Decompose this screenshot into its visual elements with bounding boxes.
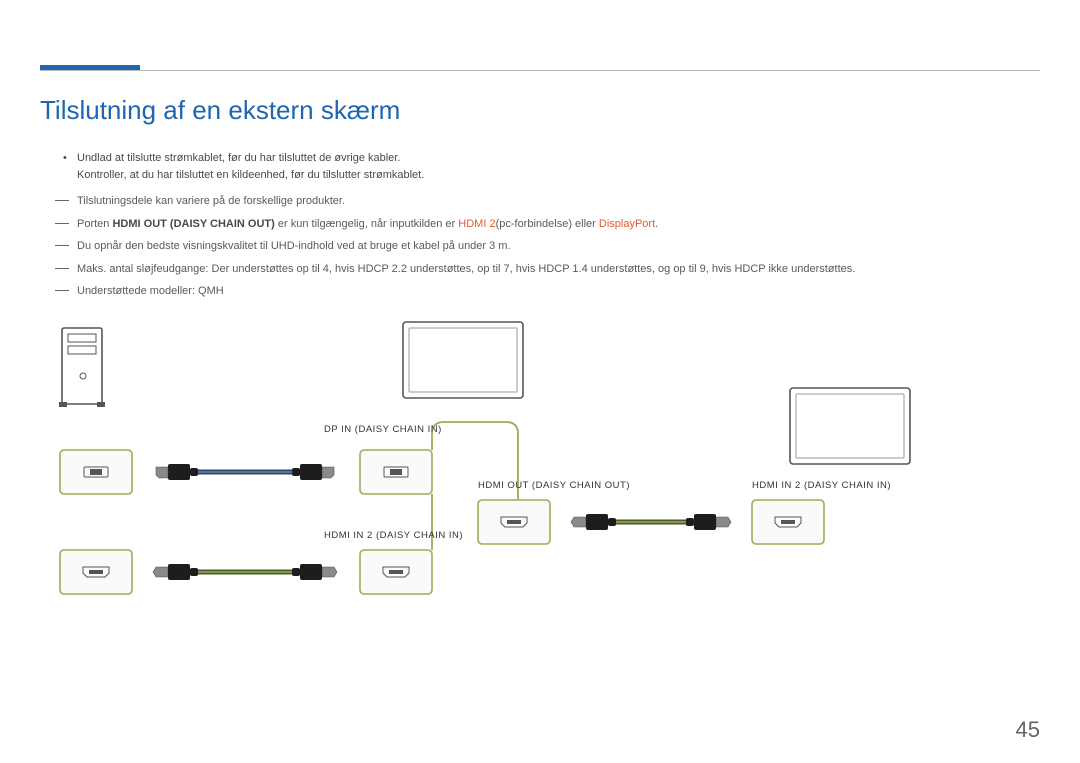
connection-diagram: DP IN (DAISY CHAIN IN) HDMI IN 2 (DAISY … [0, 310, 1080, 630]
monitor-icon [403, 322, 523, 398]
pc-tower-icon [59, 328, 105, 407]
dash-text: Understøttede modeller: QMH [77, 285, 224, 297]
label-dp-in: DP IN (DAISY CHAIN IN) [324, 424, 442, 435]
port-tile-m1-hdmi-out [478, 500, 550, 544]
dash-warn: DisplayPort [599, 218, 655, 230]
dash-text: Du opnår den bedste visningskvalitet til… [77, 240, 511, 252]
port-tile-m1-dp-in [360, 450, 432, 494]
body-text: Undlad at tilslutte strømkablet, før du … [55, 150, 1040, 306]
dash-warn: HDMI 2 [458, 218, 495, 230]
dash-item: Porten HDMI OUT (DAISY CHAIN OUT) er kun… [55, 216, 1040, 233]
page: Tilslutning af en ekstern skærm Undlad a… [0, 0, 1080, 763]
page-number: 45 [1016, 717, 1040, 743]
dash-text: Maks. antal sløjfeudgange: Der understøt… [77, 263, 855, 275]
cable-hdmi-left [153, 564, 337, 580]
cable-hdmi-right [571, 514, 731, 530]
label-hdmi-in2-left: HDMI IN 2 (DAISY CHAIN IN) [324, 530, 463, 541]
bullet-item: Undlad at tilslutte strømkablet, før du … [55, 150, 1040, 183]
dash-text: . [655, 218, 658, 230]
dash-text: (pc-forbindelse) eller [496, 218, 599, 230]
dash-text: Porten [77, 218, 112, 230]
dash-item: Tilslutningsdele kan variere på de forsk… [55, 193, 1040, 210]
monitor-icon [790, 388, 910, 464]
dash-item: Maks. antal sløjfeudgange: Der understøt… [55, 261, 1040, 278]
port-tile-m2-hdmi-in [752, 500, 824, 544]
bullet-list: Undlad at tilslutte strømkablet, før du … [55, 150, 1040, 183]
port-tile-m1-hdmi-in [360, 550, 432, 594]
port-tile-pc-hdmi [60, 550, 132, 594]
bullet-text: Undlad at tilslutte strømkablet, før du … [77, 152, 400, 164]
header-rule [40, 70, 1040, 71]
header-rule-accent [40, 65, 140, 70]
label-hdmi-out: HDMI OUT (DAISY CHAIN OUT) [478, 480, 630, 491]
port-tile-pc-dp [60, 450, 132, 494]
cable-dp [156, 464, 334, 480]
bullet-text: Kontroller, at du har tilsluttet en kild… [77, 169, 424, 181]
dash-item: Du opnår den bedste visningskvalitet til… [55, 238, 1040, 255]
dash-list: Tilslutningsdele kan variere på de forsk… [55, 193, 1040, 300]
dash-item: Understøttede modeller: QMH [55, 283, 1040, 300]
page-title: Tilslutning af en ekstern skærm [40, 95, 400, 126]
label-hdmi-in2-right: HDMI IN 2 (DAISY CHAIN IN) [752, 480, 891, 491]
dash-text: Tilslutningsdele kan variere på de forsk… [77, 195, 345, 207]
dash-strong: HDMI OUT (DAISY CHAIN OUT) [112, 218, 274, 230]
dash-text: er kun tilgængelig, når inputkilden er [275, 218, 458, 230]
